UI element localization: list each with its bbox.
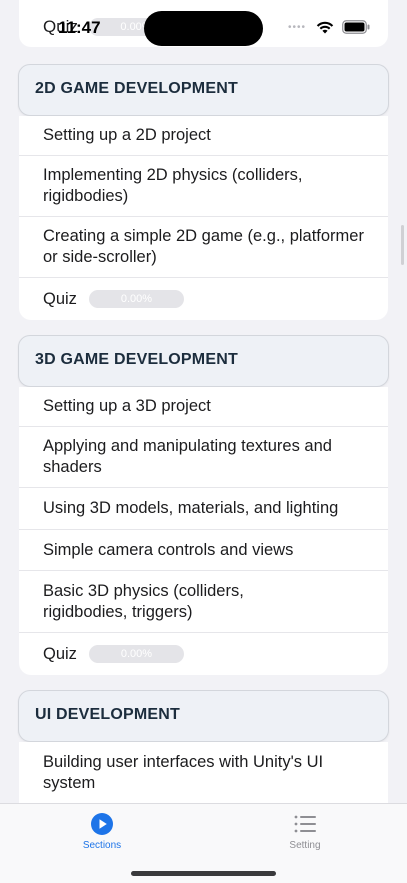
- section-header-3d[interactable]: 3D GAME DEVELOPMENT: [18, 335, 389, 387]
- lesson-label: Building user interfaces with Unity's UI…: [43, 752, 324, 792]
- scroll-indicator[interactable]: [401, 225, 404, 265]
- lesson-label: Basic 3D physics (colliders, rigidbodies…: [43, 581, 244, 621]
- tab-bar: Sections Setting: [0, 803, 407, 883]
- tab-setting[interactable]: Setting: [255, 812, 355, 862]
- lesson-label: Implementing 2D physics (colliders, rigi…: [43, 166, 303, 205]
- lesson-label: Creating a simple 2D game (e.g., platfor…: [43, 227, 364, 266]
- list-icon: [294, 815, 316, 833]
- battery-icon: [342, 20, 370, 34]
- section-title: 3D GAME DEVELOPMENT: [35, 351, 238, 368]
- section-title: UI DEVELOPMENT: [35, 706, 181, 723]
- lesson-label: Simple camera controls and views: [43, 540, 294, 559]
- tab-label: Sections: [82, 840, 122, 851]
- status-bar: 11:47 ••••: [0, 0, 407, 56]
- dynamic-island: [144, 11, 263, 46]
- section-body-2d: Setting up a 2D project Implementing 2D …: [19, 116, 388, 320]
- quiz-label: Quiz: [43, 289, 77, 308]
- quiz-label: Quiz: [43, 644, 77, 663]
- lesson-row[interactable]: Setting up a 3D project: [19, 387, 388, 427]
- tab-label: Setting: [289, 840, 321, 851]
- status-time: 11:47: [58, 18, 101, 37]
- lesson-row[interactable]: Using 3D models, materials, and lighting: [19, 488, 388, 530]
- screen: Quiz 0.00% 2D GAME DEVELOPMENT Setting u…: [0, 0, 407, 883]
- lesson-label: Setting up a 2D project: [43, 126, 211, 144]
- home-indicator[interactable]: [131, 871, 276, 876]
- lesson-label: Setting up a 3D project: [43, 397, 211, 415]
- wifi-icon: [316, 21, 334, 34]
- section-header-2d[interactable]: 2D GAME DEVELOPMENT: [18, 64, 389, 116]
- quiz-progress-pill: 0.00%: [88, 290, 184, 308]
- quiz-row[interactable]: Quiz 0.00%: [19, 633, 388, 675]
- lesson-row[interactable]: Applying and manipulating textures and s…: [19, 427, 388, 488]
- lesson-label: Using 3D models, materials, and lighting: [43, 499, 339, 517]
- section-header-ui[interactable]: UI DEVELOPMENT: [18, 690, 389, 742]
- signal-dots-icon: ••••: [288, 22, 307, 33]
- quiz-row[interactable]: Quiz 0.00%: [19, 278, 388, 320]
- lesson-row[interactable]: Creating a simple 2D game (e.g., platfor…: [19, 217, 388, 278]
- tab-sections[interactable]: Sections: [52, 812, 152, 862]
- section-title: 2D GAME DEVELOPMENT: [35, 80, 238, 97]
- quiz-progress-pill: 0.00%: [88, 645, 184, 663]
- play-circle-icon: [91, 813, 113, 835]
- lesson-row[interactable]: Building user interfaces with Unity's UI…: [19, 742, 388, 803]
- lesson-row[interactable]: Setting up a 2D project: [19, 116, 388, 156]
- lesson-row[interactable]: Implementing 2D physics (colliders, rigi…: [19, 156, 388, 217]
- lesson-label: Applying and manipulating textures and s…: [43, 437, 332, 476]
- section-body-ui: Building user interfaces with Unity's UI…: [19, 742, 388, 803]
- section-body-3d: Setting up a 3D project Applying and man…: [19, 387, 388, 675]
- lesson-row[interactable]: Basic 3D physics (colliders, rigidbodies…: [19, 571, 388, 633]
- lesson-row[interactable]: Simple camera controls and views: [19, 530, 388, 571]
